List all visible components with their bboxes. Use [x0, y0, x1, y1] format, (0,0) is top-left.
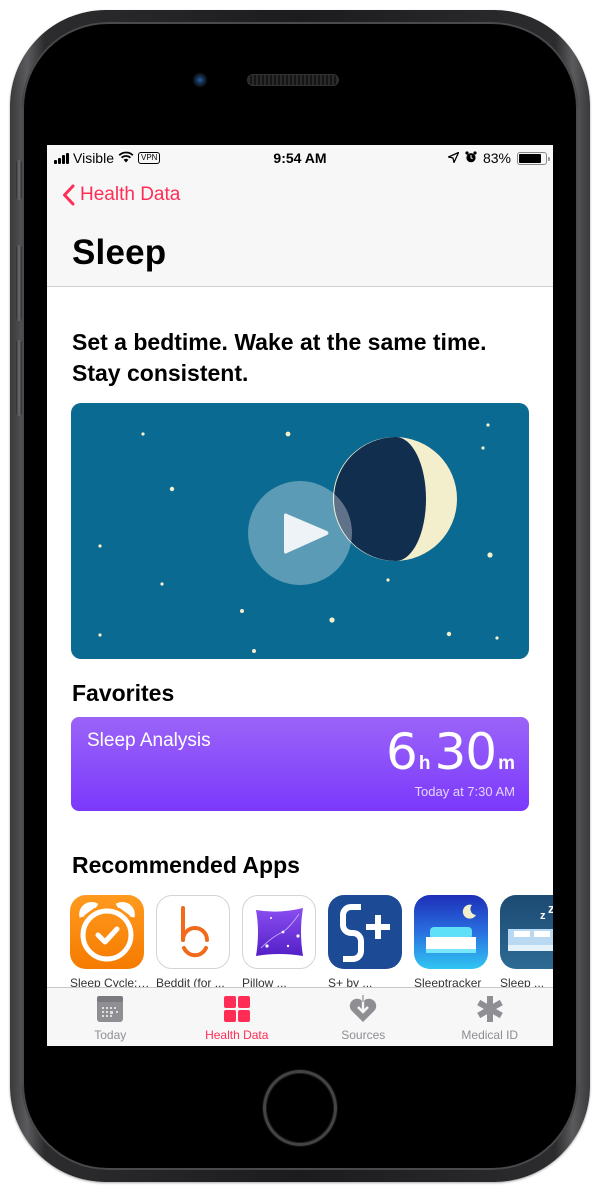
sleep-video-player[interactable] — [71, 403, 529, 659]
recommended-apps-heading: Recommended Apps — [72, 852, 300, 878]
hours-unit: h — [418, 753, 431, 774]
sleep-minutes: 30 — [434, 723, 497, 781]
app-sleep[interactable]: z z Z Sleep ... — [500, 895, 553, 990]
svg-text:z: z — [540, 910, 546, 922]
app-beddit[interactable]: Beddit (for ... — [156, 895, 230, 990]
tab-label: Sources — [341, 1028, 386, 1042]
back-button-label: Health Data — [80, 184, 181, 205]
tab-today[interactable]: Today — [47, 988, 174, 1046]
battery-percent: 83% — [482, 150, 511, 166]
sleep-duration: 6 h 30 m — [386, 723, 515, 781]
crescent-moon-icon — [333, 437, 457, 561]
calendar-icon — [97, 996, 124, 1022]
tab-sources[interactable]: Sources — [300, 988, 427, 1046]
tab-label: Today — [94, 1028, 127, 1042]
app-sleeptracker[interactable]: Sleeptracker — [414, 895, 488, 990]
sleep-date: Today at 7:30 AM — [414, 784, 515, 799]
earpiece-speaker — [247, 74, 339, 86]
bed-moon-icon — [414, 895, 488, 969]
app-sleep-cycle[interactable]: Sleep Cycle: ... — [70, 895, 150, 990]
screen: Visible VPN 9:54 AM 83% Health Data Slee… — [47, 145, 553, 1046]
alarm-clock-icon — [70, 895, 144, 969]
pillow-icon — [242, 895, 316, 969]
app-s-plus[interactable]: S+ by ... — [328, 895, 402, 990]
page-title: Sleep — [72, 233, 167, 272]
battery-icon — [517, 151, 550, 165]
tab-label: Health Data — [205, 1028, 269, 1042]
asterisk-icon — [476, 996, 503, 1022]
headline: Set a bedtime. Wake at the same time. St… — [72, 329, 487, 386]
sleep-analysis-title: Sleep Analysis — [87, 730, 211, 751]
svg-text:z: z — [548, 901, 553, 916]
favorites-heading: Favorites — [72, 680, 175, 706]
tab-bar: Today Health Data Sources Medical ID — [47, 987, 553, 1046]
navigation-header: Health Data Sleep — [47, 171, 553, 287]
sleep-analysis-card[interactable]: Sleep Analysis 6 h 30 m Today at 7:30 AM — [71, 717, 529, 811]
s-plus-icon — [328, 895, 402, 969]
heart-arrow-icon — [350, 995, 377, 1022]
location-icon — [447, 150, 460, 166]
back-button[interactable]: Health Data — [62, 184, 180, 206]
home-button[interactable] — [263, 1070, 337, 1146]
bed-zzz-icon: z z Z — [500, 895, 553, 969]
grid-icon — [223, 996, 250, 1022]
minutes-unit: m — [498, 753, 515, 774]
tab-health-data[interactable]: Health Data — [174, 988, 301, 1046]
night-sky-illustration — [98, 423, 499, 653]
chevron-left-icon — [63, 184, 75, 206]
front-camera — [193, 73, 207, 87]
sleep-hours: 6 — [386, 723, 418, 781]
recommended-apps-list[interactable]: Sleep Cycle: ... Beddit (for ... Pillow … — [70, 895, 553, 990]
beddit-b-icon — [156, 895, 230, 969]
app-pillow[interactable]: Pillow ... — [242, 895, 316, 990]
status-bar: Visible VPN 9:54 AM 83% — [47, 145, 553, 171]
alarm-icon — [465, 150, 477, 166]
tab-label: Medical ID — [461, 1028, 519, 1042]
tab-medical-id[interactable]: Medical ID — [427, 988, 554, 1046]
